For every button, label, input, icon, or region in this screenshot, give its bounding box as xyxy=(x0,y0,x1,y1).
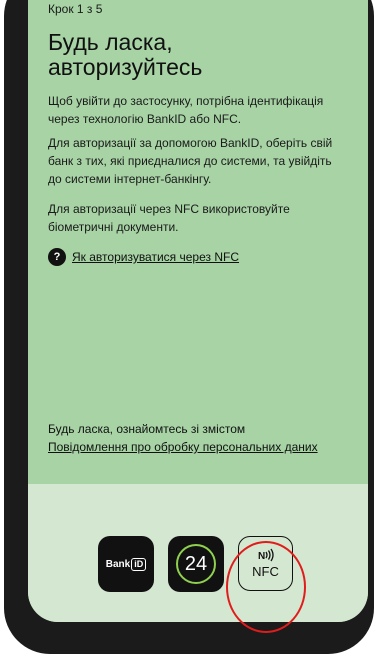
auth-options-bar: Bank iD 24 N NFC xyxy=(28,484,368,622)
phone-device: Крок 1 з 5 Будь ласка, авторизуйтесь Щоб… xyxy=(4,0,374,654)
privacy-notice: Будь ласка, ознайомтесь зі змістом Повід… xyxy=(48,420,318,456)
bankid-logo-text: Bank xyxy=(105,558,131,570)
nfc-signal-icon: N xyxy=(258,548,274,562)
svg-text:N: N xyxy=(258,551,265,562)
nfc-button[interactable]: N NFC xyxy=(238,536,293,591)
nfc-help-link-row[interactable]: ? Як авторизуватися через NFC xyxy=(48,248,239,266)
bankid-button[interactable]: Bank iD xyxy=(98,536,154,592)
phone-side-button xyxy=(370,170,374,230)
intro-paragraph: Щоб увійти до застосунку, потрібна ідент… xyxy=(48,94,324,126)
bankid-paragraph: Для авторизації за допомогою BankID, обе… xyxy=(48,136,333,186)
privat24-button[interactable]: 24 xyxy=(168,536,224,592)
privacy-notice-text: Будь ласка, ознайомтесь зі змістом xyxy=(48,422,246,436)
bankid-logo-box: iD xyxy=(131,557,147,571)
nfc-paragraph: Для авторизації через NFC використовуйте… xyxy=(48,202,290,234)
privat24-logo: 24 xyxy=(176,544,216,584)
nfc-button-label: NFC xyxy=(252,564,279,579)
page-title: Будь ласка, авторизуйтесь xyxy=(48,29,203,80)
bankid-logo: Bank iD xyxy=(105,557,147,571)
privacy-notice-link[interactable]: Повідомлення про обробку персональних да… xyxy=(48,438,318,456)
nfc-help-link[interactable]: Як авторизуватися через NFC xyxy=(72,250,239,264)
question-icon: ? xyxy=(48,248,66,266)
step-indicator: Крок 1 з 5 xyxy=(48,2,103,16)
screenshot-frame: Крок 1 з 5 Будь ласка, авторизуйтесь Щоб… xyxy=(0,0,378,658)
app-screen: Крок 1 з 5 Будь ласка, авторизуйтесь Щоб… xyxy=(28,0,368,622)
